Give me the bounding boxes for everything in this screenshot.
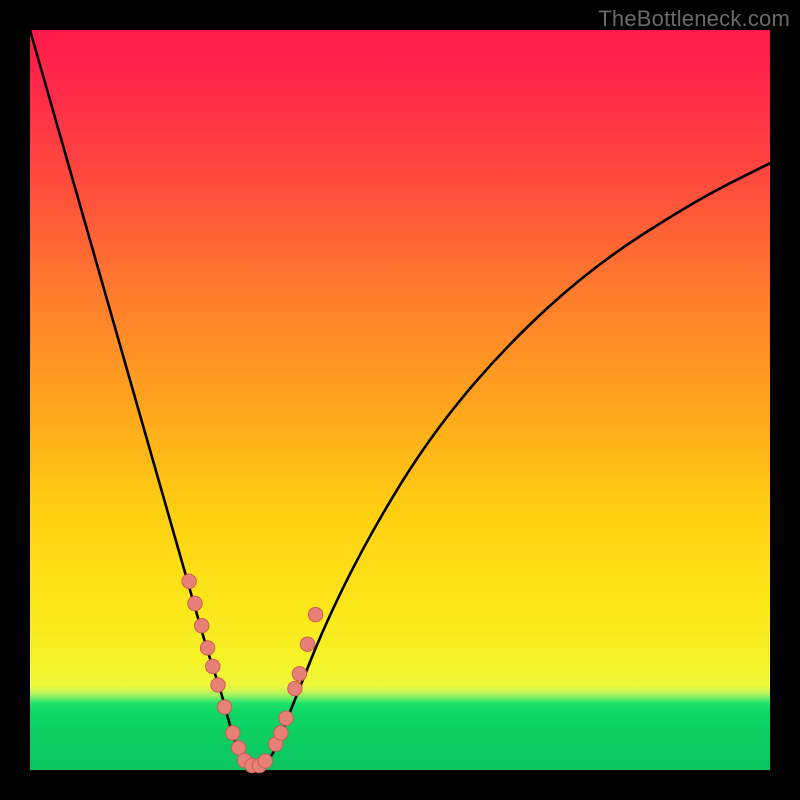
- watermark-text: TheBottleneck.com: [598, 6, 790, 32]
- bottleneck-curve: [30, 30, 770, 766]
- sample-point: [288, 681, 302, 695]
- sample-point: [217, 700, 231, 714]
- sample-point: [226, 726, 240, 740]
- sample-point: [206, 659, 220, 673]
- chart-svg: [30, 30, 770, 770]
- sample-point: [300, 637, 314, 651]
- sample-point: [274, 726, 288, 740]
- sample-point: [292, 667, 306, 681]
- sample-markers: [182, 574, 323, 773]
- sample-point: [258, 754, 272, 768]
- sample-point: [182, 574, 196, 588]
- sample-point: [188, 596, 202, 610]
- sample-point: [279, 711, 293, 725]
- sample-point: [211, 678, 225, 692]
- sample-point: [195, 619, 209, 633]
- chart-frame: TheBottleneck.com: [0, 0, 800, 800]
- sample-point: [308, 607, 322, 621]
- sample-point: [200, 641, 214, 655]
